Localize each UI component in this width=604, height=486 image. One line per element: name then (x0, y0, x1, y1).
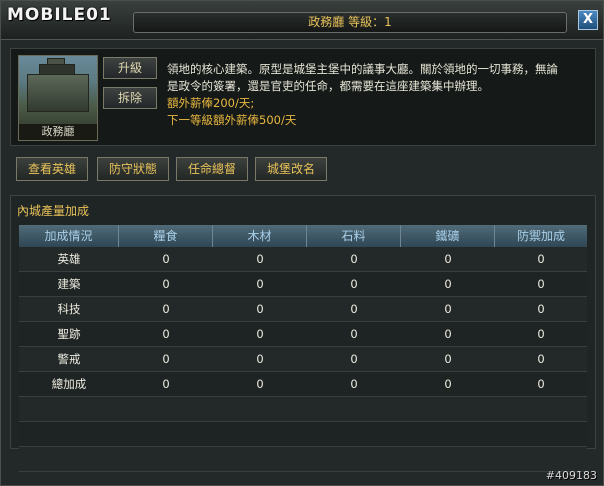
row-label: 建築 (57, 277, 81, 291)
cell-value: 0 (537, 377, 545, 391)
cell-value: 0 (256, 252, 264, 266)
cell-value: 0 (350, 377, 358, 391)
salary-current: 額外薪俸200/天; (167, 96, 255, 110)
bonus-table: 加成情況 糧食 木材 石料 鐵礦 防禦加成 英雄 0 0 0 0 0 建築 0 0 0 0 0 科技 0 0… (19, 225, 587, 472)
cell-value: 0 (444, 302, 452, 316)
cell-value: 0 (537, 252, 545, 266)
cell-value: 0 (350, 327, 358, 341)
watermark-logo: MOBILE01 (7, 5, 112, 25)
column-header: 糧食 (119, 225, 213, 247)
table-row: 聖跡 0 0 0 0 0 (19, 322, 587, 347)
cell-value: 0 (537, 302, 545, 316)
defense-status-button[interactable]: 防守狀態 (97, 157, 169, 181)
table-header: 加成情況 糧食 木材 石料 鐵礦 防禦加成 (19, 225, 587, 247)
cell-value: 0 (350, 302, 358, 316)
close-button[interactable]: X (578, 10, 598, 30)
section-title: 內城產量加成 (17, 204, 90, 218)
cell-value: 0 (162, 327, 170, 341)
row-label: 警戒 (57, 352, 81, 366)
empty-table-row (19, 397, 587, 422)
empty-table-row (19, 422, 587, 447)
game-window: MOBILE01 政務廳 等級：1 X 政務廳 升級 拆除 領地的核心建築。原型… (0, 0, 604, 486)
column-header: 木材 (213, 225, 307, 247)
action-buttons: 查看英雄 防守狀態 任命總督 城堡改名 (10, 153, 594, 185)
cell-value: 0 (444, 352, 452, 366)
column-header: 加成情況 (19, 225, 119, 247)
demolish-button[interactable]: 拆除 (103, 87, 157, 109)
image-id: #409183 (545, 469, 597, 482)
table-row: 總加成 0 0 0 0 0 (19, 372, 587, 397)
title-bar: MOBILE01 政務廳 等級：1 X (1, 1, 603, 40)
table-row: 建築 0 0 0 0 0 (19, 272, 587, 297)
building-description: 領地的核心建築。原型是城堡主堡中的議事大廳。關於領地的一切事務，無論 是政令的簽… (167, 61, 587, 129)
cell-value: 0 (256, 327, 264, 341)
salary-next-level: 下一等級額外薪俸500/天 (167, 113, 297, 127)
cell-value: 0 (537, 327, 545, 341)
cell-value: 0 (350, 352, 358, 366)
building-portrait: 政務廳 (18, 55, 98, 141)
hall-shape (27, 74, 89, 112)
table-row: 英雄 0 0 0 0 0 (19, 247, 587, 272)
window-title: 政務廳 等級：1 (133, 12, 567, 33)
cell-value: 0 (444, 252, 452, 266)
row-label: 聖跡 (57, 327, 81, 341)
cell-value: 0 (162, 252, 170, 266)
column-header: 石料 (307, 225, 401, 247)
cell-value: 0 (162, 277, 170, 291)
description-line: 是政令的簽署，還是官吏的任命，都需要在這座建築集中辦理。 (167, 79, 489, 93)
upgrade-button[interactable]: 升級 (103, 57, 157, 79)
row-label: 總加成 (51, 377, 87, 391)
building-info-panel: 政務廳 升級 拆除 領地的核心建築。原型是城堡主堡中的議事大廳。關於領地的一切事… (10, 48, 596, 146)
table-row: 警戒 0 0 0 0 0 (19, 347, 587, 372)
row-label: 科技 (57, 302, 81, 316)
cell-value: 0 (350, 277, 358, 291)
view-heroes-button[interactable]: 查看英雄 (16, 157, 88, 181)
appoint-governor-button[interactable]: 任命總督 (176, 157, 248, 181)
cell-value: 0 (162, 352, 170, 366)
description-line: 領地的核心建築。原型是城堡主堡中的議事大廳。關於領地的一切事務，無論 (167, 62, 558, 76)
cell-value: 0 (256, 377, 264, 391)
empty-table-row (19, 447, 587, 472)
cell-value: 0 (444, 377, 452, 391)
column-header: 鐵礦 (401, 225, 495, 247)
cell-value: 0 (162, 302, 170, 316)
cell-value: 0 (537, 277, 545, 291)
cell-value: 0 (444, 327, 452, 341)
row-label: 英雄 (57, 252, 81, 266)
column-header: 防禦加成 (516, 229, 565, 243)
cell-value: 0 (444, 277, 452, 291)
table-row: 科技 0 0 0 0 0 (19, 297, 587, 322)
cell-value: 0 (350, 252, 358, 266)
cell-value: 0 (537, 352, 545, 366)
building-name: 政務廳 (19, 124, 97, 140)
cell-value: 0 (162, 377, 170, 391)
production-bonus-section: 內城產量加成 加成情況 糧食 木材 石料 鐵礦 防禦加成 英雄 0 0 0 0 0 建築 0 0… (10, 195, 596, 472)
cell-value: 0 (256, 302, 264, 316)
cell-value: 0 (256, 277, 264, 291)
rename-castle-button[interactable]: 城堡改名 (255, 157, 327, 181)
cell-value: 0 (256, 352, 264, 366)
table-body: 英雄 0 0 0 0 0 建築 0 0 0 0 0 科技 0 0 0 0 0 聖跡 0 0 0 0 0 警戒 0 0 0 0 0 總加成 0 0… (19, 247, 587, 472)
